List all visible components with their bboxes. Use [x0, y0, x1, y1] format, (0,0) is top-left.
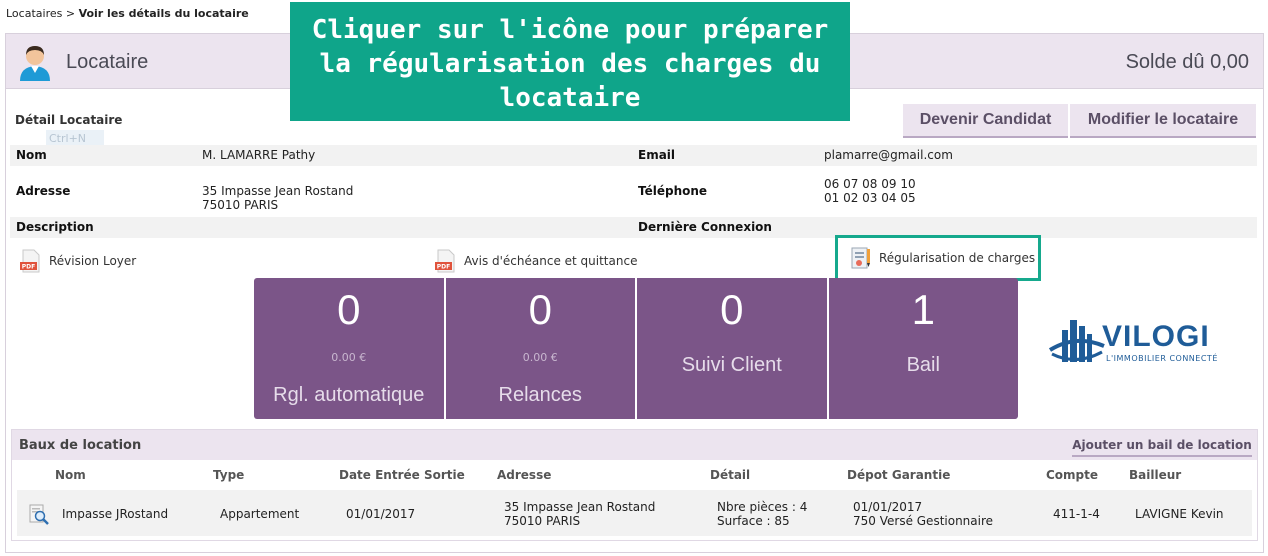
pdf-icon: PDF: [435, 249, 455, 273]
detail-row-address: Adresse 35 Impasse Jean Rostand 75010 PA…: [10, 168, 1257, 216]
stat-auto-payment[interactable]: 0 0.00 € Rgl. automatique: [254, 278, 446, 419]
phone-line1: 06 07 08 09 10: [824, 177, 916, 191]
email-value: plamarre@gmail.com: [824, 148, 953, 162]
phone-label: Téléphone: [638, 184, 708, 198]
breadcrumb: Locataires > Voir les détails du locatai…: [6, 7, 249, 20]
stat-lease[interactable]: 1 Bail: [829, 278, 1019, 419]
table-row[interactable]: Impasse JRostand Appartement 01/01/2017 …: [17, 490, 1252, 536]
lease-landlord: LAVIGNE Kevin: [1135, 507, 1224, 521]
stat-amount: 0.00 €: [331, 351, 367, 364]
lease-date: 01/01/2017: [346, 507, 416, 521]
notice-receipt-link[interactable]: PDF Avis d'échéance et quittance: [435, 248, 637, 274]
lease-address-line2: 75010 PARIS: [504, 514, 581, 528]
stat-count: 0: [528, 286, 552, 333]
address-label: Adresse: [16, 184, 71, 198]
page-title: Locataire: [66, 51, 149, 73]
view-lease-icon[interactable]: [29, 504, 51, 526]
lease-account: 411-1-4: [1053, 507, 1100, 521]
lease-type: Appartement: [220, 507, 300, 521]
rent-revision-label: Révision Loyer: [49, 254, 137, 268]
stat-count: 0: [337, 286, 361, 333]
address-line1: 35 Impasse Jean Rostand: [202, 184, 354, 198]
stats-bar: 0 0.00 € Rgl. automatique 0 0.00 € Relan…: [254, 278, 1018, 419]
phone-line2: 01 02 03 04 05: [824, 191, 916, 205]
col-header-account: Compte: [1046, 468, 1099, 482]
address-line2: 75010 PARIS: [202, 198, 279, 212]
notice-receipt-label: Avis d'échéance et quittance: [464, 254, 638, 268]
stat-label: Suivi Client: [681, 354, 782, 376]
svg-text:PDF: PDF: [437, 264, 450, 271]
balance-due: Solde dû 0,00: [1125, 51, 1249, 73]
detail-row-name: Nom M. LAMARRE Pathy Email plamarre@gmai…: [10, 145, 1257, 166]
lease-deposit-line1: 01/01/2017: [853, 500, 923, 514]
stat-label: Relances: [498, 384, 582, 406]
logo-tagline: L'IMMOBILIER CONNECTÉ: [1106, 354, 1218, 363]
stat-count: 1: [911, 286, 935, 333]
leases-title: Baux de location: [19, 438, 142, 453]
stat-client-followup[interactable]: 0 Suivi Client: [637, 278, 829, 419]
breadcrumb-current: Voir les détails du locataire: [78, 7, 249, 20]
logo-brand: VILOGI: [1102, 320, 1210, 353]
col-header-address: Adresse: [497, 468, 552, 482]
charges-regularisation-icon: [851, 247, 870, 269]
stat-amount: 0.00 €: [522, 351, 558, 364]
become-candidate-button[interactable]: Devenir Candidat: [903, 104, 1068, 138]
vilogi-logo: VILOGI L'IMMOBILIER CONNECTÉ: [1048, 314, 1244, 374]
breadcrumb-locataires-link[interactable]: Locataires: [6, 7, 62, 20]
lease-detail-line2: Surface : 85: [717, 514, 790, 528]
add-lease-button[interactable]: Ajouter un bail de location: [1072, 435, 1252, 457]
name-value: M. LAMARRE Pathy: [202, 148, 316, 162]
col-header-type: Type: [213, 468, 245, 482]
col-header-name: Nom: [55, 468, 86, 482]
leases-header: Baux de location Ajouter un bail de loca…: [12, 430, 1257, 460]
svg-text:PDF: PDF: [22, 264, 35, 271]
lease-detail-line1: Nbre pièces : 4: [717, 500, 808, 514]
name-label: Nom: [16, 148, 47, 162]
description-label: Description: [16, 220, 94, 234]
stat-label: Rgl. automatique: [273, 384, 425, 406]
charges-regularisation-label: Régularisation de charges: [879, 251, 1036, 265]
lease-address-line1: 35 Impasse Jean Rostand: [504, 500, 656, 514]
email-label: Email: [638, 148, 676, 162]
stat-label: Bail: [906, 354, 940, 376]
col-header-landlord: Bailleur: [1129, 468, 1182, 482]
instruction-overlay: Cliquer sur l'icône pour préparer la rég…: [290, 2, 850, 121]
section-title-detail: Détail Locataire: [15, 113, 123, 127]
lease-deposit-line2: 750 Versé Gestionnaire: [853, 514, 994, 528]
pdf-icon: PDF: [20, 249, 40, 273]
last-login-label: Dernière Connexion: [638, 220, 772, 234]
edit-tenant-button[interactable]: Modifier le locataire: [1070, 104, 1256, 138]
stat-count: 0: [720, 286, 744, 333]
col-header-deposit: Dépot Garantie: [847, 468, 951, 482]
col-header-dates: Date Entrée Sortie: [339, 468, 465, 482]
stat-reminders[interactable]: 0 0.00 € Relances: [446, 278, 637, 419]
detail-row-description: Description Dernière Connexion: [10, 217, 1257, 238]
col-header-detail: Détail: [710, 468, 751, 482]
user-avatar-icon: [20, 46, 50, 81]
breadcrumb-separator: >: [62, 7, 79, 20]
rent-revision-link[interactable]: PDF Révision Loyer: [20, 248, 136, 274]
leases-section: Baux de location Ajouter un bail de loca…: [11, 429, 1258, 541]
lease-name: Impasse JRostand: [62, 507, 169, 521]
charges-regularisation-link[interactable]: Régularisation de charges: [835, 235, 1041, 281]
building-logo-icon: [1048, 320, 1105, 362]
